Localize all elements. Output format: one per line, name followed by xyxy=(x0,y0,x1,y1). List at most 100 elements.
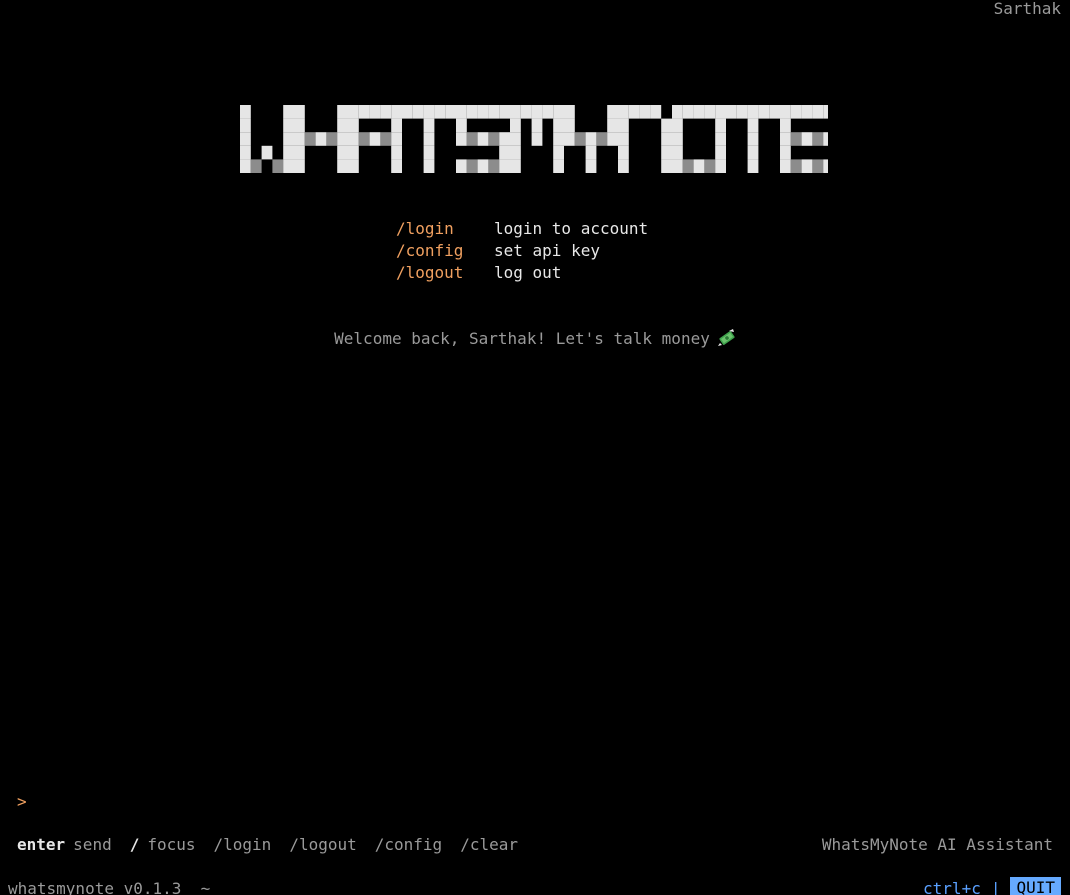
logo-pixel xyxy=(715,118,726,133)
logo-pixel xyxy=(402,105,413,119)
help-bar: enter send / focus /login /logout /confi… xyxy=(17,834,518,856)
logo-pixel xyxy=(499,159,510,173)
logo-pixel xyxy=(294,118,305,133)
logo-pixel xyxy=(758,105,770,119)
assistant-label: WhatsMyNote AI Assistant xyxy=(821,835,1053,854)
logo-pixel xyxy=(423,145,435,160)
welcome-message: Welcome back, Sarthak! Let's talk money xyxy=(0,328,1070,353)
logo-pixel xyxy=(510,145,521,160)
logo-pixel xyxy=(747,118,759,133)
app-logo xyxy=(240,105,828,173)
logo-pixel xyxy=(337,132,348,146)
logo-pixel xyxy=(337,118,348,133)
logo-pixel xyxy=(553,118,564,133)
quit-button[interactable]: QUIT xyxy=(1010,877,1061,895)
enter-key: enter xyxy=(17,835,66,854)
command-name[interactable]: /login xyxy=(396,218,494,240)
logo-pixel xyxy=(747,132,759,146)
logo-pixel xyxy=(510,118,521,133)
logo-pixel xyxy=(607,105,618,119)
logo-pixel xyxy=(369,132,381,146)
logo-pixel xyxy=(715,145,726,160)
logo-pixel xyxy=(801,159,813,173)
logo-pixel xyxy=(726,105,737,119)
logo-pixel xyxy=(780,105,791,119)
logo-pixel xyxy=(823,159,828,173)
logo-pixel xyxy=(823,105,828,119)
logo-pixel xyxy=(596,132,608,146)
logo-pixel xyxy=(283,132,294,146)
logo-pixel xyxy=(661,159,672,173)
logo-pixel xyxy=(240,145,251,160)
logo-pixel xyxy=(542,105,554,119)
logo-pixel xyxy=(456,159,467,173)
command-row-login[interactable]: /login login to account xyxy=(396,218,648,240)
logo-pixel xyxy=(790,132,802,146)
logo-pixel xyxy=(283,159,294,173)
logo-pixel xyxy=(283,145,294,160)
logo-pixel xyxy=(618,159,629,173)
logo-pixel xyxy=(326,132,338,146)
logo-pixel xyxy=(358,105,370,119)
logo-pixel xyxy=(520,105,532,119)
chat-input[interactable]: > xyxy=(17,791,27,813)
help-clear-link[interactable]: /clear xyxy=(460,834,518,856)
logo-pixel xyxy=(704,159,716,173)
logo-pixel xyxy=(618,105,629,119)
logo-pixel xyxy=(780,159,791,173)
logo-pixel xyxy=(391,159,402,173)
logo-pixel xyxy=(769,105,780,119)
logo-pixel xyxy=(790,105,802,119)
logo-pixel xyxy=(391,132,402,146)
logo-pixel xyxy=(812,132,824,146)
version-label: whatsmynote v0.1.3 ~ xyxy=(8,879,211,895)
enter-key-desc: send xyxy=(73,835,112,854)
logo-pixel xyxy=(337,145,348,160)
logo-pixel xyxy=(693,105,705,119)
logo-pixel xyxy=(618,132,629,146)
logo-pixel xyxy=(348,132,359,146)
username-label: Sarthak xyxy=(993,0,1061,18)
logo-pixel xyxy=(466,132,478,146)
logo-pixel xyxy=(812,159,824,173)
command-row-config[interactable]: /config set api key xyxy=(396,240,648,262)
logo-pixel xyxy=(510,132,521,146)
logo-pixel xyxy=(391,145,402,160)
logo-pixel xyxy=(283,118,294,133)
help-logout-link[interactable]: /logout xyxy=(289,834,356,856)
logo-pixel xyxy=(780,145,791,160)
logo-pixel xyxy=(553,159,564,173)
logo-pixel xyxy=(477,159,489,173)
logo-pixel xyxy=(585,145,597,160)
logo-pixel xyxy=(477,105,489,119)
logo-pixel xyxy=(488,132,500,146)
help-config-link[interactable]: /config xyxy=(375,834,442,856)
logo-pixel xyxy=(337,105,348,119)
logo-pixel xyxy=(348,118,359,133)
logo-pixel xyxy=(747,105,759,119)
logo-pixel xyxy=(747,145,759,160)
logo-pixel xyxy=(650,105,662,119)
logo-pixel xyxy=(715,105,726,119)
command-name[interactable]: /logout xyxy=(396,262,494,284)
command-row-logout[interactable]: /logout log out xyxy=(396,262,648,284)
logo-pixel xyxy=(283,105,294,119)
logo-pixel xyxy=(780,132,791,146)
command-name[interactable]: /config xyxy=(396,240,494,262)
logo-pixel xyxy=(801,105,813,119)
logo-pixel xyxy=(456,105,467,119)
logo-pixel xyxy=(704,105,716,119)
command-list: /login login to account /config set api … xyxy=(396,218,648,284)
quit-shortcut: ctrl+c xyxy=(923,878,981,895)
help-login-link[interactable]: /login xyxy=(214,834,272,856)
logo-pixel xyxy=(477,132,489,146)
command-description: set api key xyxy=(494,241,600,260)
logo-pixel xyxy=(240,105,251,119)
logo-pixel xyxy=(499,145,510,160)
logo-pixel xyxy=(693,159,705,173)
logo-pixel xyxy=(553,105,564,119)
logo-pixel xyxy=(380,132,392,146)
logo-pixel xyxy=(672,159,683,173)
logo-pixel xyxy=(499,105,510,119)
logo-pixel xyxy=(240,118,251,133)
